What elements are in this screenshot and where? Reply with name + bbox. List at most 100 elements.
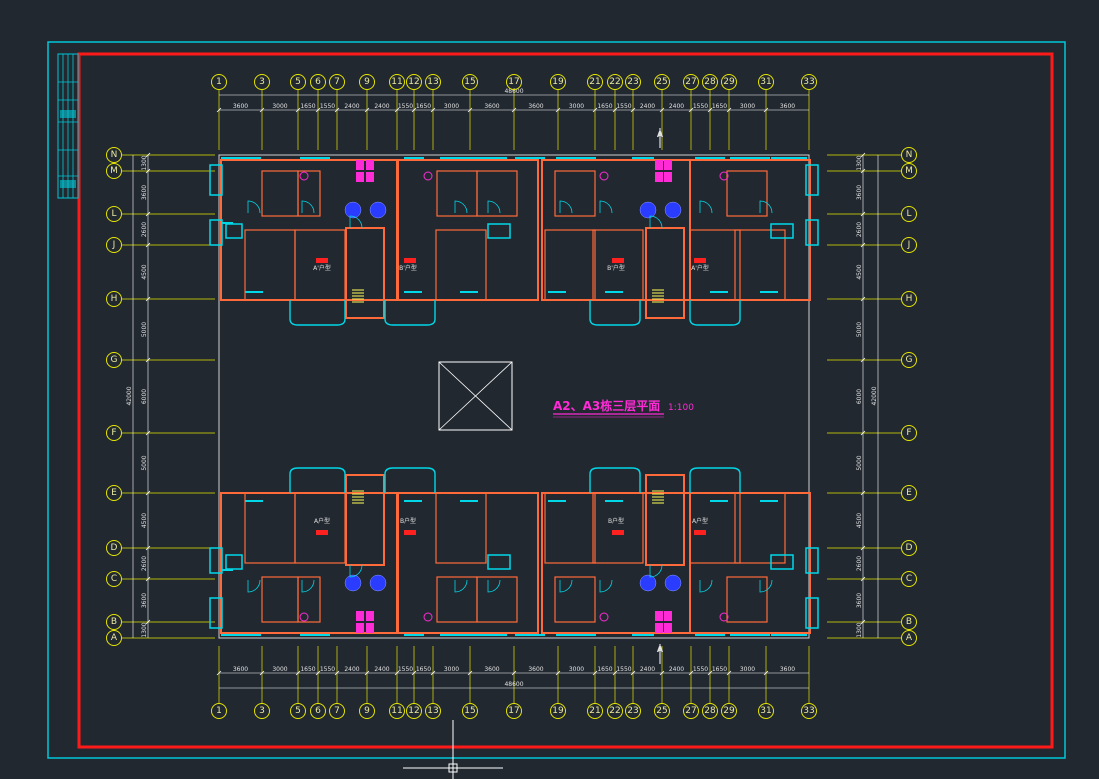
axis-label-col: 33 — [803, 77, 814, 87]
dim-segment-horizontal: 2400 — [669, 103, 684, 110]
drawing-title-group: A2、A3栋三层平面 1:100 — [553, 398, 694, 418]
axis-label-col: 1 — [216, 77, 222, 87]
dim-total-vertical: 42000 — [126, 386, 133, 405]
axis-label-row: M — [110, 166, 118, 176]
axis-label-col: 33 — [803, 706, 814, 716]
dim-segment-horizontal: 3000 — [569, 103, 584, 110]
axis-label-col: 25 — [656, 706, 667, 716]
axis-label-col: 9 — [364, 77, 370, 87]
dim-segment-horizontal: 2400 — [640, 666, 655, 673]
dim-segment-horizontal: 3000 — [444, 103, 459, 110]
dim-total-vertical: 42000 — [871, 386, 878, 405]
dim-total-horizontal: 48600 — [504, 681, 523, 688]
dim-segment-horizontal: 2400 — [669, 666, 684, 673]
drawing-title: A2、A3栋三层平面 — [553, 398, 660, 413]
axis-label-col: 13 — [427, 706, 438, 716]
axis-label-col: 15 — [464, 77, 475, 87]
dim-segment-horizontal: 2400 — [344, 666, 359, 673]
dim-segment-horizontal: 3000 — [272, 103, 287, 110]
unit-type-label: B户型 — [608, 517, 624, 525]
axis-label-row: C — [906, 574, 912, 584]
dim-segment-vertical: 1300 — [856, 155, 863, 170]
unit-type-label: A户型 — [692, 517, 708, 525]
axis-label-row: B — [906, 617, 912, 627]
axis-label-col: 19 — [552, 706, 564, 716]
axis-label-col: 19 — [552, 77, 564, 87]
dim-segment-horizontal: 1650 — [712, 666, 727, 673]
dim-segment-horizontal: 3000 — [740, 103, 755, 110]
dim-segment-horizontal: 1650 — [416, 666, 431, 673]
dim-segment-vertical: 3600 — [856, 593, 863, 608]
axis-label-col: 21 — [589, 706, 600, 716]
axis-label-row: L — [906, 209, 911, 219]
axis-label-row: B — [111, 617, 117, 627]
dim-segment-vertical: 5000 — [141, 322, 148, 337]
axis-label-col: 22 — [609, 77, 620, 87]
axis-label-row: F — [111, 428, 116, 438]
axis-label-row: D — [906, 543, 913, 553]
unit-type-label: A'户型 — [313, 264, 331, 272]
dim-segment-horizontal: 3600 — [233, 103, 248, 110]
dim-segment-vertical: 2600 — [141, 556, 148, 571]
dim-segment-vertical: 4500 — [141, 513, 148, 528]
building-plan: A'户型 B'户型 B'户型 A'户型 A户型 B户型 B户型 A户型 — [209, 154, 819, 639]
dim-segment-horizontal: 2400 — [374, 666, 389, 673]
axis-label-col: 12 — [408, 77, 419, 87]
dim-segment-horizontal: 3600 — [528, 666, 543, 673]
axis-label-col: 22 — [609, 706, 620, 716]
dim-segment-horizontal: 3000 — [444, 666, 459, 673]
dim-segment-horizontal: 1550 — [320, 666, 335, 673]
section-marker-top: A — [657, 128, 664, 148]
unit-type-label: B户型 — [400, 517, 416, 525]
dim-segment-horizontal: 1650 — [597, 666, 612, 673]
dim-segment-horizontal: 1650 — [712, 103, 727, 110]
axis-label-row: N — [906, 150, 913, 160]
axis-label-col: 11 — [391, 706, 402, 716]
axis-label-row: L — [111, 209, 116, 219]
dim-segment-horizontal: 1550 — [616, 103, 631, 110]
axis-label-col: 5 — [295, 77, 301, 87]
dim-segment-horizontal: 3000 — [740, 666, 755, 673]
axis-label-col: 25 — [656, 77, 667, 87]
axis-label-row: N — [111, 150, 118, 160]
dim-segment-vertical: 3600 — [856, 185, 863, 200]
dim-segment-vertical: 2600 — [856, 222, 863, 237]
axis-label-col: 31 — [760, 706, 771, 716]
dim-segment-horizontal: 3600 — [780, 103, 795, 110]
unit-type-label: B'户型 — [399, 264, 417, 272]
dim-segment-horizontal: 1550 — [693, 103, 708, 110]
axis-label-row: D — [111, 543, 118, 553]
dim-segment-horizontal: 1650 — [300, 103, 315, 110]
dim-segment-horizontal: 1650 — [300, 666, 315, 673]
dim-segment-vertical: 1300 — [856, 622, 863, 637]
axis-label-col: 5 — [295, 706, 301, 716]
axis-label-col: 3 — [259, 706, 265, 716]
dim-segment-horizontal: 3000 — [569, 666, 584, 673]
axis-label-row: E — [906, 488, 912, 498]
axis-label-col: 1 — [216, 706, 222, 716]
axis-label-col: 23 — [627, 77, 638, 87]
axis-label-col: 6 — [315, 706, 321, 716]
dim-segment-horizontal: 1650 — [416, 103, 431, 110]
dim-segment-vertical: 3600 — [141, 185, 148, 200]
cad-drawing-canvas[interactable]: 48600 3600 3000 1650 1550 2400 2400 1550 1650 300… — [0, 0, 1099, 779]
dim-segment-vertical: 5000 — [856, 322, 863, 337]
section-marker-bottom: A — [657, 644, 664, 664]
dim-segment-horizontal: 1550 — [320, 103, 335, 110]
axis-label-row: G — [906, 355, 913, 365]
top-wing: A'户型 B'户型 B'户型 A'户型 — [209, 157, 819, 326]
axis-label-row: A — [906, 633, 913, 643]
bottom-wing: A户型 B户型 B户型 A户型 — [209, 467, 819, 636]
dim-segment-vertical: 3600 — [141, 593, 148, 608]
dim-segment-vertical: 4500 — [856, 513, 863, 528]
dim-segment-horizontal: 3600 — [233, 666, 248, 673]
drawing-scale: 1:100 — [668, 403, 694, 413]
axis-label-col: 6 — [315, 77, 321, 87]
dim-segment-vertical: 2600 — [141, 222, 148, 237]
dim-segment-horizontal: 1550 — [616, 666, 631, 673]
dim-segment-horizontal: 1550 — [398, 666, 413, 673]
dim-segment-horizontal: 1650 — [597, 103, 612, 110]
axis-label-row: H — [906, 294, 913, 304]
unit-type-label: B'户型 — [607, 264, 625, 272]
axis-label-row: H — [111, 294, 118, 304]
